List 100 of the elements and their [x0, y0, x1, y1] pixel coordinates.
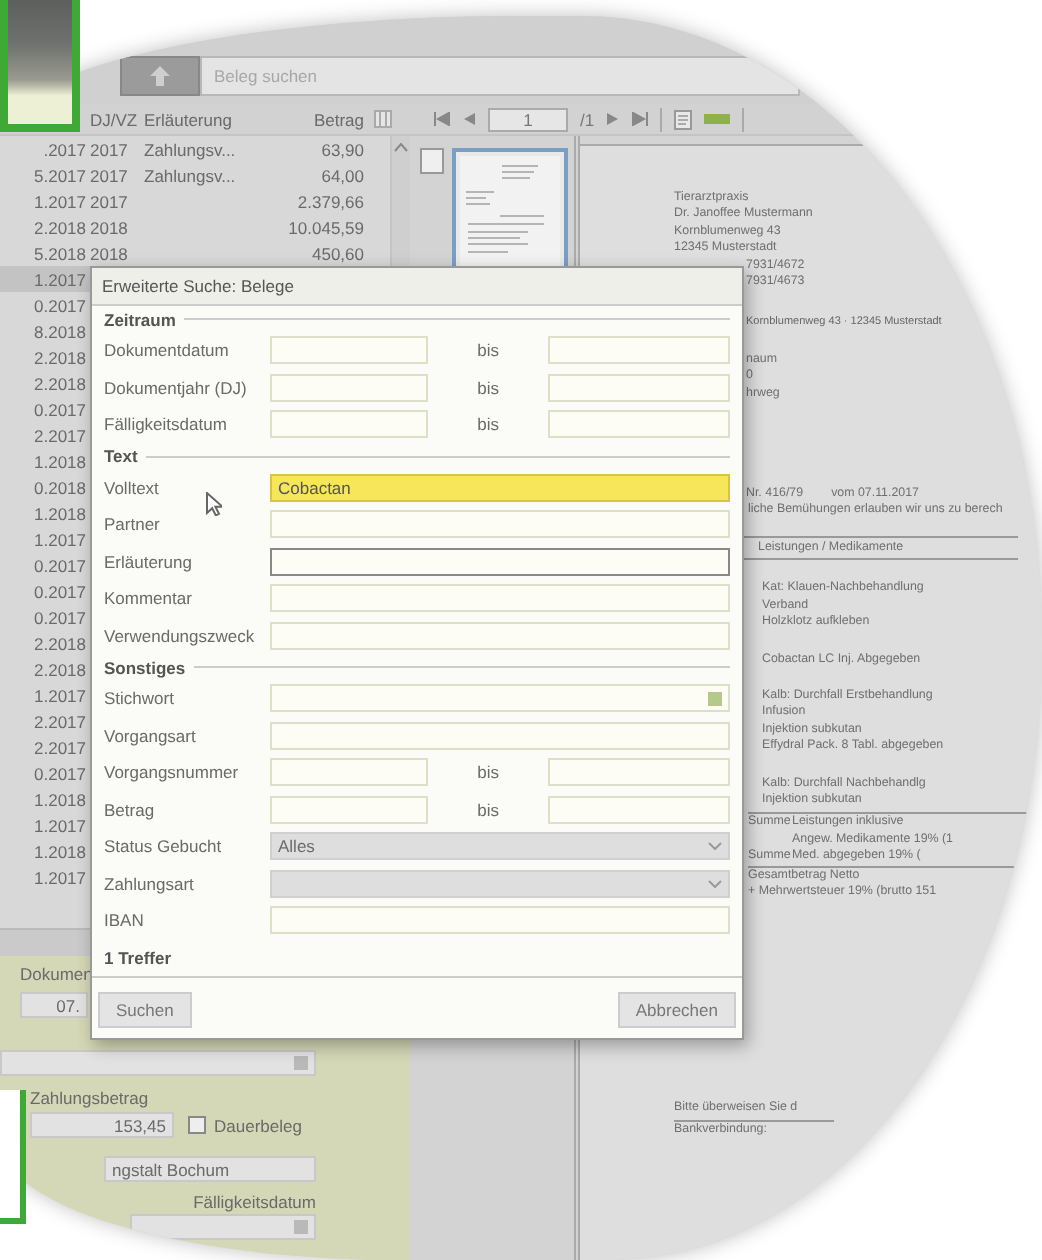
range-separator: bis [475, 414, 502, 435]
table-cell-text: Zahlungsv... [144, 139, 238, 159]
lookup-icon[interactable] [708, 691, 722, 706]
lookup-field[interactable] [270, 684, 730, 713]
dialog-title: Erweiterte Suche: Belege [92, 268, 742, 306]
field-label: Zahlungsbetrag [30, 1088, 151, 1108]
field-label: Fälligkeitsdatum [104, 414, 229, 435]
page-number-field[interactable]: 1 [488, 107, 568, 131]
field-label: Verwendungszweck [104, 625, 257, 646]
field-label: IBAN [104, 910, 146, 931]
page-icon[interactable] [674, 109, 693, 129]
table-cell-text: 0.2017 [32, 555, 86, 575]
dropdown[interactable] [270, 869, 730, 898]
dropdown[interactable]: Alles [270, 832, 730, 861]
input-field[interactable]: Cobactan [270, 473, 730, 502]
result-count: 1 Treffer [104, 945, 174, 971]
table-cell-text: 2.2017 [32, 737, 86, 757]
table-cell-text: 2.2018 [32, 373, 86, 393]
field-label: Zahlungsart [104, 873, 196, 894]
table-cell-text: 2.2017 [32, 711, 86, 731]
column-header[interactable]: Erläuterung [144, 109, 254, 129]
table-cell-text: 1.2017 [32, 529, 86, 549]
table-cell-text: Zahlungsv... [144, 165, 238, 185]
previous-page-icon[interactable] [462, 112, 476, 126]
table-cell-text: 1.2017 [32, 191, 86, 211]
frame-border [0, 0, 80, 132]
table-cell-text: 450,60 [310, 243, 364, 263]
field-label: Erläuterung [104, 551, 194, 572]
next-page-icon[interactable] [606, 112, 621, 126]
chevron-down-icon[interactable] [708, 879, 722, 888]
table-cell-text: 5.2017 [32, 165, 86, 185]
table-cell-text: 1.2018 [32, 841, 86, 861]
field-label: Stichwort [104, 688, 176, 709]
last-page-icon[interactable] [632, 112, 649, 126]
table-cell-text: 2.2018 [32, 347, 86, 367]
range-separator: bis [475, 762, 502, 783]
table-cell-text: 0.2017 [32, 607, 86, 627]
frame-border [0, 1090, 26, 1224]
dropdown-value: Alles [278, 836, 315, 857]
field-label: Fälligkeitsdatum [191, 1192, 316, 1212]
checkbox-label: Dauerbeleg [214, 1115, 302, 1135]
table-cell-text: 63,90 [319, 139, 364, 159]
table-cell-text: 2.2018 [32, 633, 86, 653]
field-label: Betrag [104, 799, 157, 820]
search-field[interactable]: Beleg suchen [200, 56, 800, 96]
arrow-icon [148, 64, 172, 88]
field-label: Status Gebucht [104, 836, 224, 857]
field-label: Dokumentjahr (DJ) [104, 377, 249, 398]
calendar-icon[interactable] [294, 1220, 308, 1234]
back-button[interactable] [120, 56, 200, 96]
page-icon[interactable] [420, 148, 444, 174]
table-cell-text: 0.2017 [32, 295, 86, 315]
column-header[interactable]: DJ/VZ [86, 109, 144, 129]
date-field[interactable] [130, 1214, 316, 1240]
page-count: /1 [580, 109, 595, 129]
table-cell-text: 8.2018 [32, 321, 86, 341]
date-field[interactable]: 07. [20, 992, 88, 1018]
table-cell-text: 2.2018 [32, 659, 86, 679]
table-cell-text: 64,00 [319, 165, 364, 185]
search-button[interactable]: Suchen [98, 991, 192, 1027]
table-cell-text: 0.2017 [32, 763, 86, 783]
scroll-up-icon[interactable] [394, 142, 408, 152]
table-cell-text: 2018 [88, 243, 130, 263]
table-cell-text: 2017 [88, 165, 130, 185]
column-header[interactable]: Betrag [254, 109, 364, 129]
table-cell-text: 1.2018 [32, 451, 86, 471]
table-cell-text: 2.379,66 [295, 191, 364, 211]
cancel-button[interactable]: Abbrechen [617, 991, 736, 1027]
table-cell-text: .2017 [41, 139, 86, 159]
field-label: Vorgangsart [104, 725, 198, 746]
mouse-cursor-icon [206, 492, 222, 516]
columns-icon[interactable] [374, 110, 392, 128]
input-field[interactable] [270, 547, 730, 576]
table-cell-text: 2.2018 [32, 217, 86, 237]
table-cell-text: 2017 [88, 191, 130, 211]
lookup-icon[interactable] [294, 1056, 308, 1070]
table-cell-text: 2018 [88, 217, 130, 237]
field-label: Vorgangsnummer [104, 762, 241, 783]
section-heading: Zeitraum [104, 309, 176, 329]
table-cell-text: 0.2017 [32, 581, 86, 601]
table-cell-text: 1.2017 [32, 269, 86, 289]
first-page-icon[interactable] [434, 112, 450, 126]
table-cell-text: 2.2017 [32, 425, 86, 445]
table-cell-text: 5.2018 [32, 243, 86, 263]
bank-field[interactable]: ngstalt Bochum [104, 1156, 316, 1182]
table-cell-text: 0.2018 [32, 477, 86, 497]
field-label: Dokumentdatum [104, 340, 231, 361]
checkbox[interactable] [188, 1116, 206, 1134]
chevron-down-icon[interactable] [708, 842, 722, 851]
table-cell-text: 10.045,59 [286, 217, 364, 237]
table-cell-text: 2017 [88, 139, 130, 159]
table-cell-text: 1.2018 [32, 503, 86, 523]
field-label: Partner [104, 514, 162, 535]
range-separator: bis [475, 340, 502, 361]
range-separator: bis [475, 799, 502, 820]
amount-field[interactable]: 153,45 [30, 1112, 174, 1138]
section-heading: Text [104, 446, 138, 466]
table-cell-text: 1.2017 [32, 815, 86, 835]
table-cell-text: 1.2018 [32, 789, 86, 809]
lookup-field[interactable] [0, 1050, 316, 1076]
